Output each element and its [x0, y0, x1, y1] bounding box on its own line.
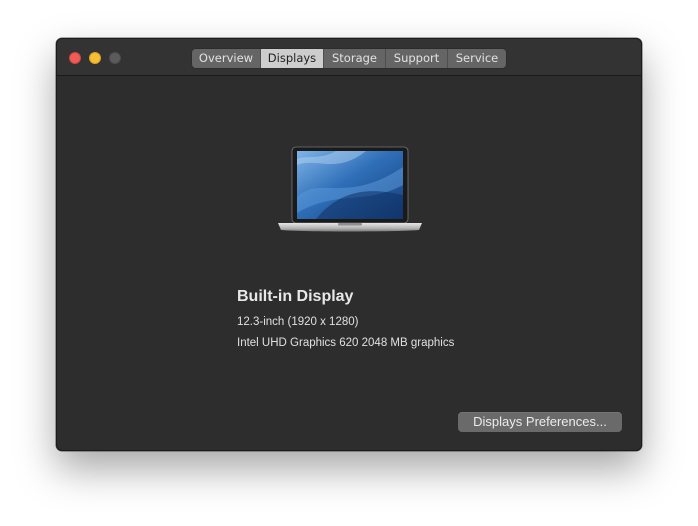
- title-bar: Overview Displays Storage Support Servic…: [57, 39, 641, 76]
- close-button[interactable]: [69, 52, 81, 64]
- about-this-mac-window: Overview Displays Storage Support Servic…: [56, 38, 642, 451]
- tab-storage[interactable]: Storage: [324, 49, 386, 68]
- display-resolution: 12.3-inch (1920 x 1280): [237, 316, 359, 328]
- display-title: Built-in Display: [237, 288, 354, 305]
- macbook-laptop-icon: [276, 145, 424, 235]
- tab-bar: Overview Displays Storage Support Servic…: [192, 49, 506, 68]
- displays-preferences-button[interactable]: Displays Preferences...: [458, 412, 622, 432]
- display-info: Built-in Display 12.3-inch (1920 x 1280)…: [237, 287, 454, 350]
- display-graphics: Intel UHD Graphics 620 2048 MB graphics: [237, 337, 455, 349]
- tab-support[interactable]: Support: [386, 49, 448, 68]
- tab-displays[interactable]: Displays: [261, 49, 324, 68]
- zoom-button[interactable]: [109, 52, 121, 64]
- tab-overview[interactable]: Overview: [192, 49, 261, 68]
- minimize-button[interactable]: [89, 52, 101, 64]
- tab-service[interactable]: Service: [448, 49, 506, 68]
